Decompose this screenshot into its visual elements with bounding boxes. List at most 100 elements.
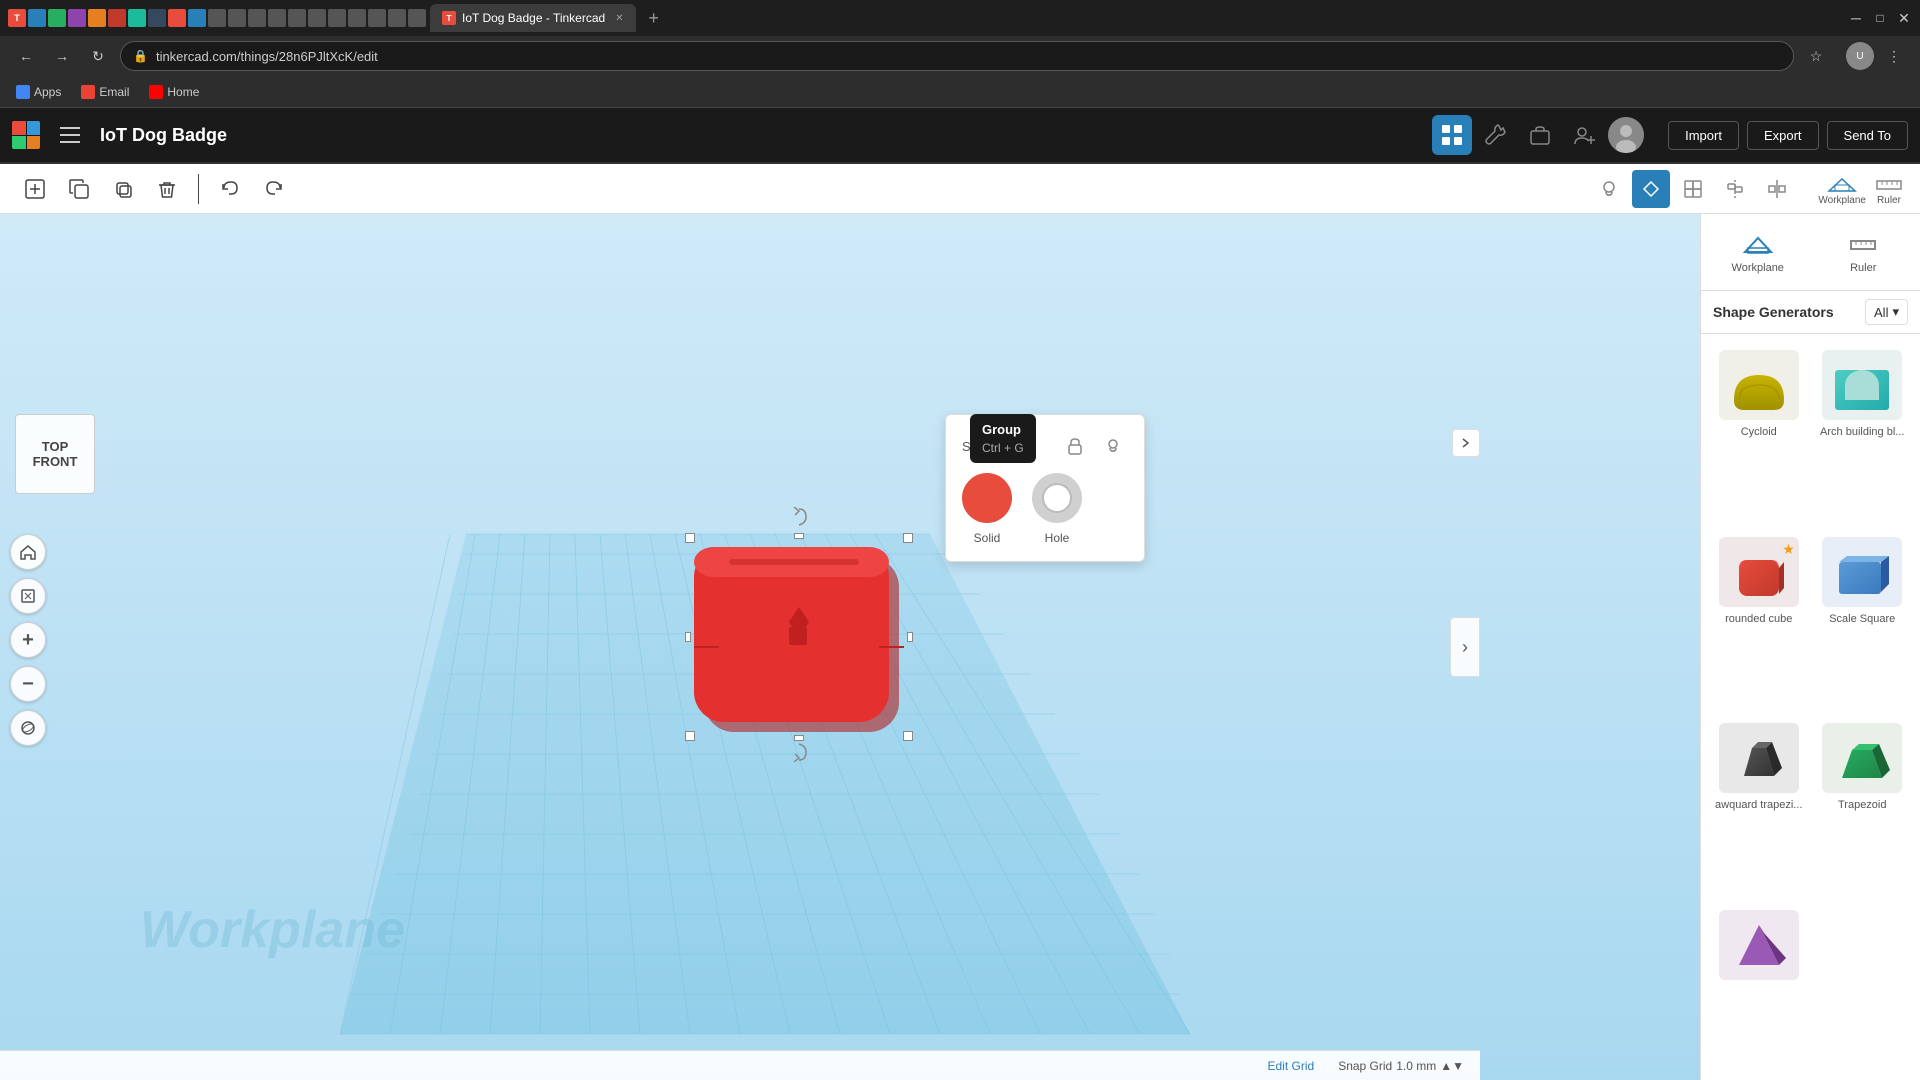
bookmark-apps[interactable]: Apps xyxy=(8,80,69,104)
favicon-7 xyxy=(128,9,146,27)
shape-item-trap-green[interactable]: Trapezoid xyxy=(1813,715,1913,898)
shape-item-cycloid[interactable]: Cycloid xyxy=(1709,342,1809,525)
favicon-n8 xyxy=(348,9,366,27)
cycloid-thumb xyxy=(1719,350,1799,420)
copy-btn[interactable] xyxy=(60,170,98,208)
maximize-button[interactable]: □ xyxy=(1872,10,1888,26)
shape-item-trap-dark[interactable]: awquard trapezi... xyxy=(1709,715,1809,898)
extensions-btn[interactable]: ⋮ xyxy=(1880,42,1908,70)
tab-close-btn[interactable]: ✕ xyxy=(615,13,623,24)
rotation-handle-bottom[interactable] xyxy=(784,737,814,767)
bookmark-star[interactable]: ☆ xyxy=(1802,42,1830,70)
apps-favicon xyxy=(16,85,30,99)
shapes-grid: Cycloid xyxy=(1701,334,1920,1080)
favicon-10 xyxy=(188,9,206,27)
panel-scroll-arrow[interactable]: › xyxy=(1450,617,1480,677)
shape-item-rounded-cube[interactable]: ★ xyxy=(1709,529,1809,712)
send-to-button[interactable]: Send To xyxy=(1827,121,1908,150)
main-area: Workplane xyxy=(0,214,1920,1080)
collapse-panel-btn[interactable] xyxy=(1452,429,1480,457)
group-tool-btn[interactable] xyxy=(1674,170,1712,208)
solid-option[interactable]: Solid xyxy=(962,473,1012,545)
canvas-area[interactable]: Workplane xyxy=(0,214,1700,1080)
forward-button[interactable]: → xyxy=(48,42,76,70)
orbit-btn[interactable] xyxy=(10,710,46,746)
tools-btn[interactable] xyxy=(1476,115,1516,155)
favicon-n3 xyxy=(248,9,266,27)
toolbar-divider-1 xyxy=(198,174,199,204)
menu-icon[interactable] xyxy=(56,121,84,149)
badge-svg xyxy=(689,537,909,737)
workplane-label: Workplane xyxy=(1818,195,1866,206)
extra-1-thumb xyxy=(1719,910,1799,980)
ruler-right-btn[interactable]: Ruler xyxy=(1815,222,1913,282)
shape-tool-btn[interactable] xyxy=(1632,170,1670,208)
bookmark-home[interactable]: Home xyxy=(141,80,207,104)
shape-type-options: Solid Hole xyxy=(962,473,1128,545)
bottom-bar: Edit Grid Snap Grid 1.0 mm ▲▼ xyxy=(0,1050,1480,1080)
chevron-down-icon: ▾ xyxy=(1892,304,1899,320)
workplane-btn[interactable]: Workplane xyxy=(1818,171,1866,206)
shape-item-extra-1[interactable] xyxy=(1709,902,1809,1073)
export-button[interactable]: Export xyxy=(1747,121,1819,150)
favicon-6 xyxy=(108,9,126,27)
arch-thumb xyxy=(1822,350,1902,420)
favicon-n4 xyxy=(268,9,286,27)
scale-square-label: Scale Square xyxy=(1829,613,1895,625)
refresh-button[interactable]: ↻ xyxy=(84,42,112,70)
snap-stepper[interactable]: ▲▼ xyxy=(1440,1059,1464,1073)
favicon-n xyxy=(208,9,226,27)
shape-item-scale-square[interactable]: Scale Square xyxy=(1813,529,1913,712)
badge-3d-shape[interactable] xyxy=(689,537,909,737)
edit-grid-btn[interactable]: Edit Grid xyxy=(1268,1059,1315,1073)
close-window-button[interactable]: ✕ xyxy=(1896,10,1912,26)
gallery-btn[interactable] xyxy=(1520,115,1560,155)
left-nav-buttons: + − xyxy=(10,534,46,746)
fit-all-btn[interactable] xyxy=(10,578,46,614)
trap-dark-thumb xyxy=(1719,723,1799,793)
mirror-btn[interactable] xyxy=(1758,170,1796,208)
back-button[interactable]: ← xyxy=(12,42,40,70)
trap-green-label: Trapezoid xyxy=(1838,799,1887,811)
ruler-btn[interactable]: Ruler xyxy=(1874,171,1904,206)
star-icon: ★ xyxy=(1782,541,1795,558)
undo-btn[interactable] xyxy=(211,170,249,208)
minimize-button[interactable]: ─ xyxy=(1848,10,1864,26)
lightbulb-icon[interactable] xyxy=(1098,431,1128,461)
snap-grid-info: Snap Grid 1.0 mm ▲▼ xyxy=(1338,1059,1464,1073)
solid-circle xyxy=(962,473,1012,523)
active-tab[interactable]: T IoT Dog Badge - Tinkercad ✕ xyxy=(430,4,636,32)
tab-label: IoT Dog Badge - Tinkercad xyxy=(462,11,605,25)
align-btn[interactable] xyxy=(1716,170,1754,208)
favicon-2 xyxy=(28,9,46,27)
shape-generators-header: Shape Generators All ▾ xyxy=(1701,291,1920,334)
new-shape-btn[interactable] xyxy=(16,170,54,208)
rounded-cube-label: rounded cube xyxy=(1725,613,1792,625)
delete-btn[interactable] xyxy=(148,170,186,208)
import-button[interactable]: Import xyxy=(1668,121,1739,150)
share-btn[interactable] xyxy=(1564,115,1604,155)
new-tab-button[interactable]: + xyxy=(640,4,668,32)
address-bar[interactable]: 🔒 tinkercad.com/things/28n6PJltXcK/edit xyxy=(120,41,1794,71)
favicon-4 xyxy=(68,9,86,27)
home-view-btn[interactable] xyxy=(10,534,46,570)
user-avatar[interactable] xyxy=(1608,117,1644,153)
shape-item-arch[interactable]: Arch building bl... xyxy=(1813,342,1913,525)
workplane-right-btn[interactable]: Workplane xyxy=(1709,222,1807,282)
bookmark-email[interactable]: Email xyxy=(73,80,137,104)
cycloid-label: Cycloid xyxy=(1741,426,1777,438)
zoom-out-btn[interactable]: − xyxy=(10,666,46,702)
hint-btn[interactable] xyxy=(1590,170,1628,208)
favicon-n9 xyxy=(368,9,386,27)
view-cube[interactable]: TOP FRONT xyxy=(15,414,95,494)
selected-object-container[interactable] xyxy=(689,537,909,737)
email-favicon xyxy=(81,85,95,99)
grid-view-btn[interactable] xyxy=(1432,115,1472,155)
shape-filter-dropdown[interactable]: All ▾ xyxy=(1865,299,1908,325)
lock-icon[interactable] xyxy=(1060,431,1090,461)
favicon-9 xyxy=(168,9,186,27)
duplicate-btn[interactable] xyxy=(104,170,142,208)
hole-option[interactable]: Hole xyxy=(1032,473,1082,545)
redo-btn[interactable] xyxy=(255,170,293,208)
zoom-in-btn[interactable]: + xyxy=(10,622,46,658)
